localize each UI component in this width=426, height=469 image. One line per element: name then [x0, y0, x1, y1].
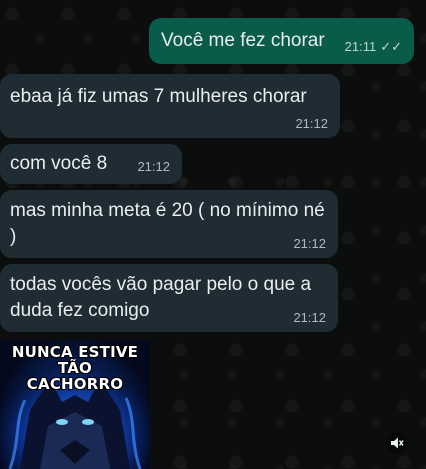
mute-icon: [391, 437, 404, 449]
message-text: mas minha meta é 20 ( no mínimo né ): [10, 200, 325, 247]
double-check-icon: ✓✓: [380, 39, 402, 54]
message-time: 21:11: [344, 39, 377, 54]
sticker-caption-line: NUNCA ESTIVE TÃO: [11, 343, 139, 377]
message-incoming[interactable]: todas vocês vão pagar pelo o que a duda …: [0, 264, 338, 332]
message-time: 21:12: [137, 159, 170, 174]
wolf-sticker[interactable]: NUNCA ESTIVE TÃO CACHORRO: [0, 340, 150, 469]
message-meta: 21:11 ✓✓: [345, 39, 402, 55]
sticker-caption: NUNCA ESTIVE TÃO CACHORRO: [0, 344, 150, 392]
message-time: 21:12: [293, 310, 326, 325]
message-incoming[interactable]: ebaa já fiz umas 7 mulheres chorar 21:12: [0, 74, 340, 138]
message-incoming[interactable]: com você 8 21:12: [0, 144, 182, 184]
sticker-caption-line: CACHORRO: [26, 375, 124, 393]
message-outgoing[interactable]: Você me fez chorar 21:11 ✓✓: [149, 18, 414, 64]
mute-button[interactable]: [386, 432, 408, 454]
message-time: 21:12: [295, 116, 328, 131]
message-incoming[interactable]: mas minha meta é 20 ( no mínimo né ) 21:…: [0, 190, 338, 258]
message-time: 21:12: [293, 236, 326, 251]
message-text: todas vocês vão pagar pelo o que a duda …: [10, 274, 312, 321]
message-text: ebaa já fiz umas 7 mulheres chorar: [10, 86, 307, 107]
